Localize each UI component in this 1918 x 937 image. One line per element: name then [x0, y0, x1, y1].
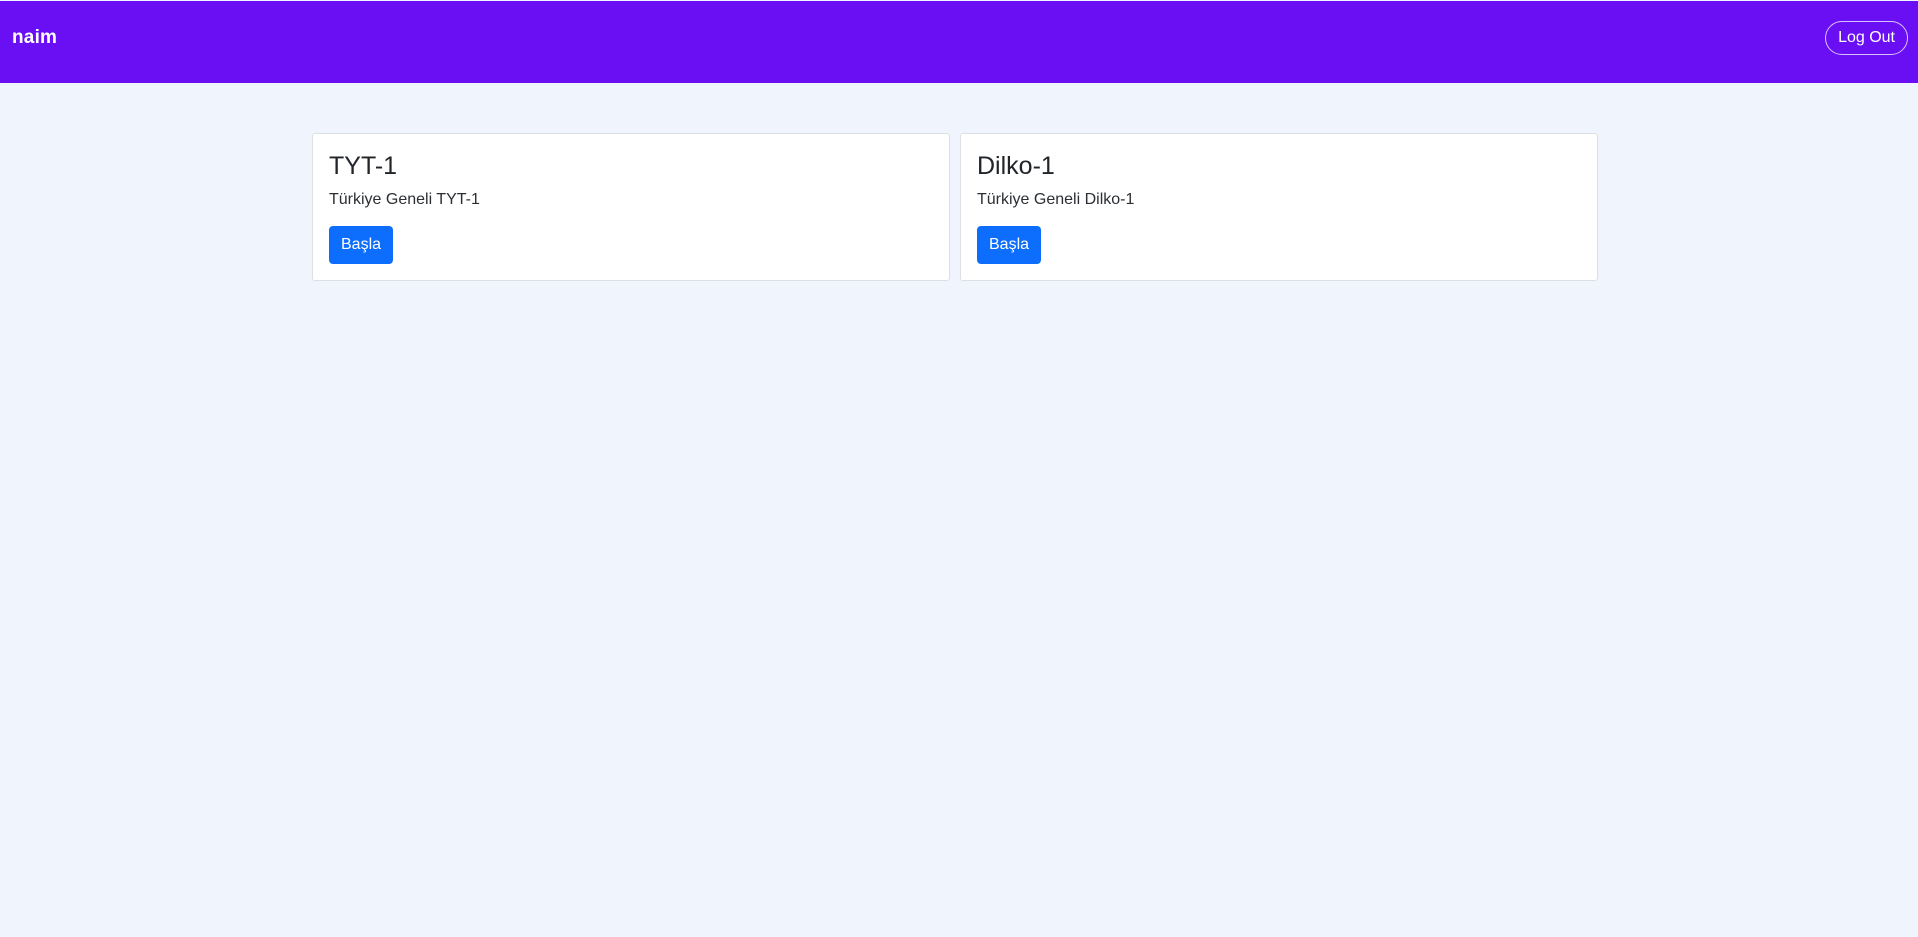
- exam-card-tyt-1: TYT-1 Türkiye Geneli TYT-1 Başla: [312, 133, 950, 281]
- top-navbar: naim Log Out: [0, 1, 1918, 83]
- start-button[interactable]: Başla: [977, 226, 1042, 264]
- card-title: TYT-1: [329, 152, 398, 180]
- start-button[interactable]: Başla: [329, 226, 394, 264]
- brand-username: naim: [12, 27, 58, 48]
- logout-button[interactable]: Log Out: [1825, 21, 1908, 55]
- exam-card-dilko-1: Dilko-1 Türkiye Geneli Dilko-1 Başla: [960, 133, 1598, 281]
- card-description: Türkiye Geneli TYT-1: [329, 191, 480, 208]
- exam-card-list: TYT-1 Türkiye Geneli TYT-1 Başla Dilko-1…: [312, 133, 1598, 281]
- card-title: Dilko-1: [977, 152, 1055, 180]
- card-description: Türkiye Geneli Dilko-1: [977, 191, 1135, 208]
